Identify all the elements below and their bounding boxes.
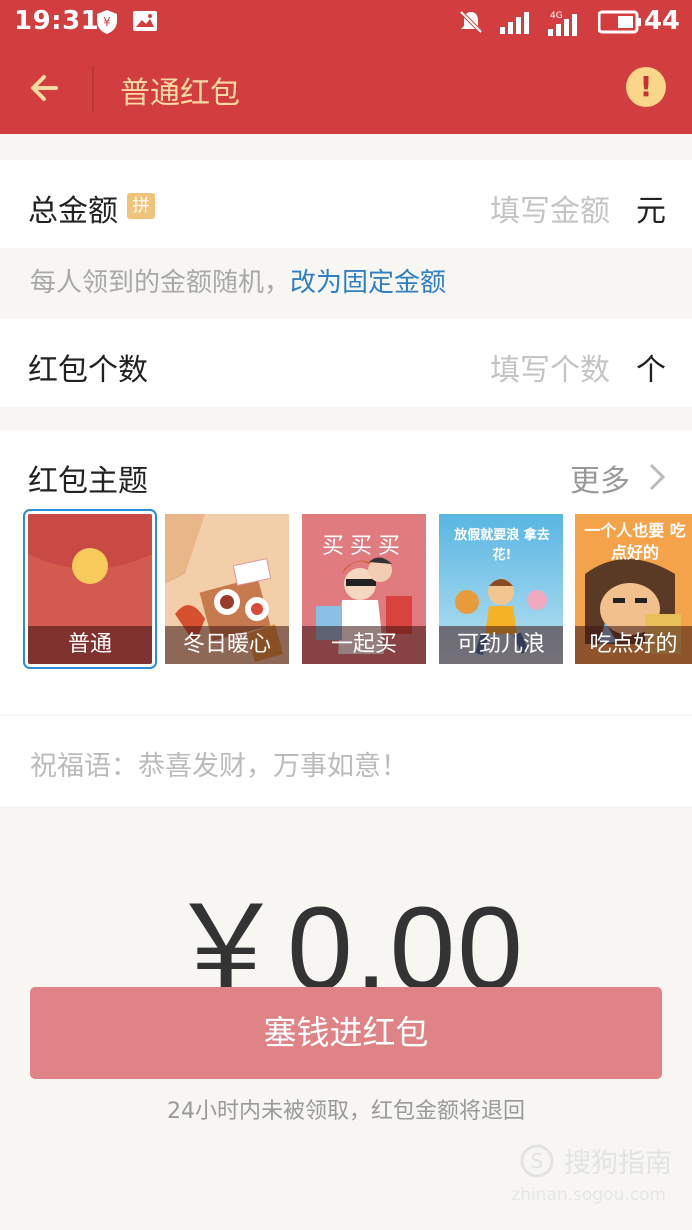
theme-card-label: 可劲儿浪 [439, 626, 563, 664]
page-title: 普通红包 [120, 76, 240, 111]
theme-card-have-fun[interactable]: 放假就要浪 拿去花! 可劲儿浪 [439, 514, 563, 664]
theme-title: 红包主题 [28, 464, 148, 499]
random-tip-text: 每人领到的金额随机， [30, 268, 291, 298]
theme-card-label: 一起买 [302, 626, 426, 664]
food-art-text: 一个人也要 吃点好的 [584, 521, 686, 562]
watermark-url: zhinan.sogou.com [511, 1185, 666, 1205]
bell-muted-icon [459, 10, 483, 34]
refund-note: 24小时内未被领取，红包金额将退回 [167, 1099, 525, 1124]
svg-text:¥: ¥ [103, 15, 111, 29]
sogou-logo-icon: S [520, 1144, 554, 1177]
total-amount-row: 总金额 拼 填写金额 元 [0, 160, 692, 248]
blessing-row: 祝福语：恭喜发财，万事如意！ [0, 716, 692, 806]
battery-level: 44 [643, 6, 680, 36]
submit-button[interactable]: 塞钱进红包 [30, 987, 662, 1079]
buy-art-text: 买买买 [321, 534, 406, 559]
status-bar: 19:31 ¥ 4G 44 [0, 0, 692, 44]
status-time: 19:31 [14, 6, 100, 36]
fixed-amount-link[interactable]: 改为固定金额 [290, 268, 446, 298]
signal-4g-icon: 4G [548, 11, 577, 36]
back-arrow-icon[interactable] [26, 68, 66, 108]
vacation-art-text: 放假就要浪 拿去花! [454, 528, 550, 563]
nav-divider [92, 66, 94, 112]
random-amount-tip: 每人领到的金额随机，改为固定金额 [30, 262, 446, 299]
theme-card-eat-well[interactable]: 一个人也要 吃点好的 吃点好的 [575, 514, 692, 664]
theme-card-buy-together[interactable]: 买买买 一起买 [302, 514, 426, 664]
watermark-logo: S 搜狗指南 [519, 1141, 672, 1180]
count-row: 红包个数 填写个数 个 [0, 319, 692, 407]
battery-icon [598, 10, 641, 34]
svg-text:S: S [531, 1149, 544, 1173]
theme-card-label: 冬日暖心 [165, 626, 289, 664]
chevron-right-icon[interactable] [646, 462, 668, 492]
theme-card-label: 普通 [28, 626, 152, 664]
watermark-text: 搜狗指南 [564, 1148, 672, 1179]
theme-section: 红包主题 更多 普通 冬日暖心 买买买 一起买 放假就要浪 拿去花! 可劲儿浪 … [0, 430, 692, 714]
count-input[interactable]: 填写个数 [490, 345, 610, 389]
count-label: 红包个数 [28, 353, 148, 388]
theme-more-link[interactable]: 更多 [570, 456, 630, 500]
amount-input[interactable]: 填写金额 [490, 186, 610, 230]
pin-badge: 拼 [127, 193, 155, 219]
help-icon[interactable]: ! [626, 67, 666, 107]
nav-bar: 普通红包 ! [0, 44, 692, 134]
signal-icon [500, 12, 529, 34]
theme-card-label: 吃点好的 [575, 626, 692, 664]
count-unit: 个 [636, 353, 666, 388]
svg-text:4G: 4G [550, 11, 563, 21]
theme-card-winter[interactable]: 冬日暖心 [165, 514, 289, 664]
total-amount-label: 总金额 [28, 194, 118, 229]
image-notification-icon [133, 11, 157, 31]
amount-unit: 元 [636, 194, 666, 229]
blessing-input[interactable]: 祝福语：恭喜发财，万事如意！ [30, 744, 408, 783]
shield-yen-icon: ¥ [97, 10, 117, 34]
theme-card-normal[interactable]: 普通 [23, 509, 157, 669]
